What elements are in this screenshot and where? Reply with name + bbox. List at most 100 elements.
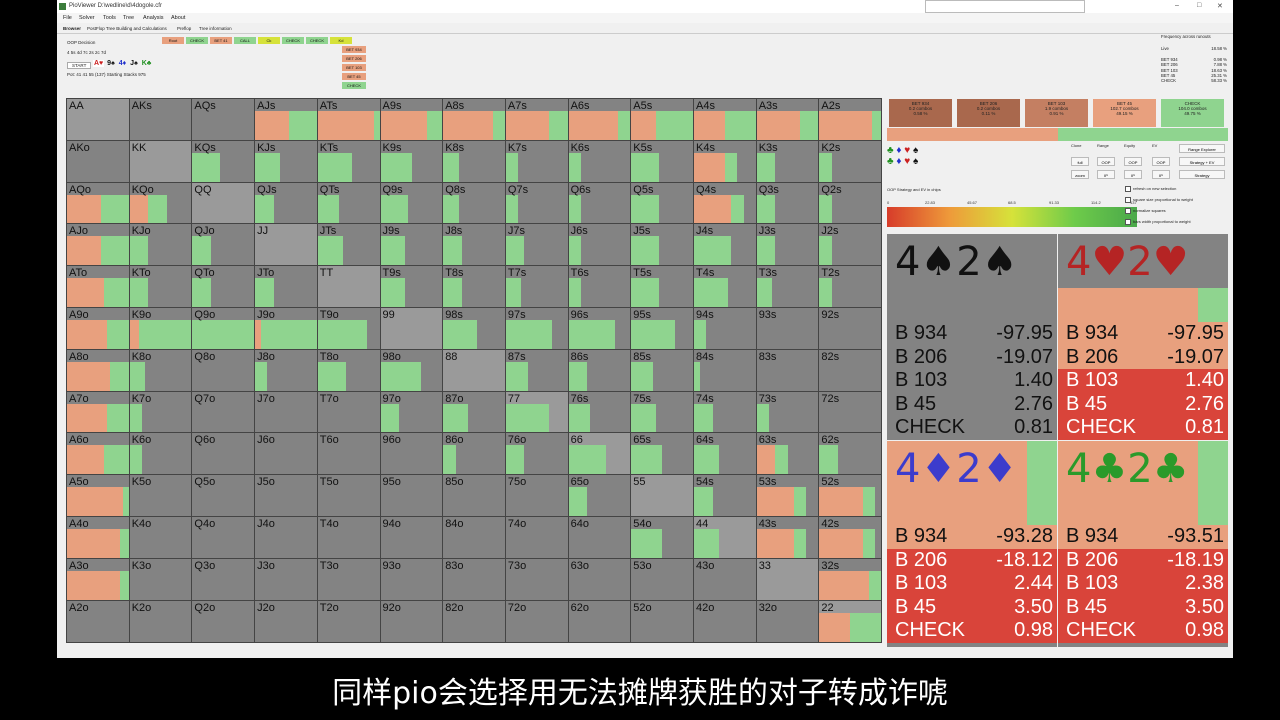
hand-cell[interactable]: 95o xyxy=(379,474,444,518)
hand-cell[interactable]: 62s xyxy=(818,432,883,476)
strategy-ev-select[interactable]: Strategy + EV xyxy=(1179,157,1225,166)
hand-cell[interactable]: QQ xyxy=(191,181,256,225)
hand-cell[interactable]: 98s xyxy=(442,307,507,350)
hand-cell[interactable]: K5s xyxy=(630,139,695,183)
hand-cell[interactable]: K9o xyxy=(128,307,193,350)
hand-cell[interactable]: T5s xyxy=(630,265,695,309)
hand-cell[interactable]: K2s xyxy=(818,139,883,183)
hand-cell[interactable]: 85o xyxy=(442,474,507,518)
hand-cell[interactable]: K7o xyxy=(128,390,193,434)
hand-cell[interactable]: KQo xyxy=(128,181,193,225)
hand-cell[interactable]: QJo xyxy=(191,223,256,267)
hand-cell[interactable]: K9s xyxy=(379,139,444,183)
hand-cell[interactable]: Q2s xyxy=(818,181,883,225)
hand-cell[interactable]: 42s xyxy=(818,516,883,559)
hand-cell[interactable]: KJs xyxy=(254,139,319,183)
title-search-box[interactable] xyxy=(925,0,1085,13)
checkbox-square-size[interactable]: square size proportional to weight xyxy=(1125,197,1193,203)
hand-cell[interactable]: KK xyxy=(128,139,193,183)
hand-cell[interactable]: J2s xyxy=(818,223,883,267)
maximize-icon[interactable]: □ xyxy=(1197,2,1201,9)
hand-cell[interactable]: A2s xyxy=(818,98,883,141)
hand-cell[interactable]: J6o xyxy=(254,432,319,476)
hand-cell[interactable]: 72s xyxy=(818,390,883,434)
range-ip-button[interactable]: IP xyxy=(1097,170,1115,179)
equity-ip-button[interactable]: IP xyxy=(1124,170,1142,179)
ev-ip-button[interactable]: IP xyxy=(1152,170,1170,179)
hand-cell[interactable]: A6o xyxy=(66,432,130,476)
hand-cell[interactable]: 92s xyxy=(818,307,883,350)
hand-cell[interactable]: 93o xyxy=(379,557,444,601)
hand-cell[interactable]: 86o xyxy=(442,432,507,476)
hand-cell[interactable]: Q5o xyxy=(191,474,256,518)
hand-cell[interactable]: AKs xyxy=(128,98,193,141)
hand-cell[interactable]: 88 xyxy=(442,348,507,392)
hand-cell[interactable]: 74s xyxy=(693,390,757,434)
hand-cell[interactable]: Q3o xyxy=(191,557,256,601)
hand-cell[interactable]: J3o xyxy=(254,557,319,601)
hand-cell[interactable]: A2o xyxy=(66,599,130,643)
hand-cell[interactable]: 54o xyxy=(630,516,695,559)
heart-icon[interactable]: ♥ xyxy=(904,156,910,167)
start-button[interactable]: START xyxy=(67,62,92,69)
hand-cell[interactable]: T8s xyxy=(442,265,507,309)
close-icon[interactable]: ✕ xyxy=(1217,2,1223,10)
hand-cell[interactable]: A8s xyxy=(442,98,507,141)
hand-cell[interactable]: AQs xyxy=(191,98,256,141)
hand-cell[interactable]: 84o xyxy=(442,516,507,559)
checkbox-refresh[interactable]: refresh on new selection xyxy=(1125,186,1176,192)
hand-cell[interactable]: 94s xyxy=(693,307,757,350)
hand-cell[interactable]: KQs xyxy=(191,139,256,183)
hand-cell[interactable]: 32s xyxy=(818,557,883,601)
hand-cell[interactable]: 96o xyxy=(379,432,444,476)
hand-cell[interactable]: T6o xyxy=(316,432,381,476)
strategy-summary-box[interactable]: CHECK 104.0 combos 49.75 % xyxy=(1161,99,1224,127)
hand-cell[interactable]: Q6o xyxy=(191,432,256,476)
bet-option-button[interactable]: BET 103 xyxy=(342,64,366,71)
hand-cell[interactable]: 74o xyxy=(504,516,569,559)
hand-cell[interactable]: 52o xyxy=(630,599,695,643)
hand-cell[interactable]: T3o xyxy=(316,557,381,601)
hand-cell[interactable]: Q7o xyxy=(191,390,256,434)
hand-cell[interactable]: 22 xyxy=(818,599,883,643)
tab-browser[interactable]: Browser xyxy=(63,26,81,31)
hand-cell[interactable]: K3o xyxy=(128,557,193,601)
combo-card[interactable]: 4♥2♥ B 934 -97.95 B 206 -19.07 B 103 1.40 B 45 2… xyxy=(1058,234,1228,440)
hand-cell[interactable]: 55 xyxy=(630,474,695,518)
hand-cell[interactable]: Q4s xyxy=(693,181,757,225)
hand-cell[interactable]: JTo xyxy=(254,265,319,309)
hand-cell[interactable]: K4o xyxy=(128,516,193,559)
hand-cell[interactable]: 66 xyxy=(567,432,632,476)
hand-cell[interactable]: 63s xyxy=(755,432,820,476)
hand-cell[interactable]: K8o xyxy=(128,348,193,392)
hand-cell[interactable]: 98o xyxy=(379,348,444,392)
hand-cell[interactable]: T7s xyxy=(504,265,569,309)
hand-cell[interactable]: K6s xyxy=(567,139,632,183)
strategy-select[interactable]: Strategy xyxy=(1179,170,1225,179)
hand-cell[interactable]: KTs xyxy=(316,139,381,183)
hand-cell[interactable]: K6o xyxy=(128,432,193,476)
hand-cell[interactable]: 73s xyxy=(755,390,820,434)
menu-about[interactable]: About xyxy=(171,15,185,21)
hand-cell[interactable]: A7o xyxy=(66,390,130,434)
hand-cell[interactable]: ATo xyxy=(66,265,130,309)
ev-oop-button[interactable]: OOP xyxy=(1152,157,1170,166)
hand-cell[interactable]: 75s xyxy=(630,390,695,434)
spade-icon[interactable]: ♠ xyxy=(913,145,918,156)
hand-cell[interactable]: 82o xyxy=(442,599,507,643)
bet-option-button[interactable]: CHECK xyxy=(342,82,366,89)
hand-cell[interactable]: A4o xyxy=(66,516,130,559)
hand-cell[interactable]: J5o xyxy=(254,474,319,518)
hand-cell[interactable]: 43s xyxy=(755,516,820,559)
combo-card[interactable]: 4♦2♦ B 934 -93.28 B 206 -18.12 B 103 2.44 B 45 3… xyxy=(887,441,1057,647)
hand-cell[interactable]: J4s xyxy=(693,223,757,267)
minimize-icon[interactable]: – xyxy=(1175,2,1179,9)
hand-cell[interactable]: TT xyxy=(316,265,381,309)
hand-cell[interactable]: AA xyxy=(66,98,130,141)
combo-card[interactable]: 4♠2♠ B 934 -97.95 B 206 -19.07 B 103 1.40 B 45 2… xyxy=(887,234,1057,440)
menu-file[interactable]: File xyxy=(63,15,72,21)
hand-cell[interactable]: Q9s xyxy=(379,181,444,225)
hand-cell[interactable]: 42o xyxy=(693,599,757,643)
action-button[interactable]: Ck xyxy=(258,37,280,44)
strategy-summary-box[interactable]: BET 103 1.9 combos 0.91 % xyxy=(1025,99,1088,127)
